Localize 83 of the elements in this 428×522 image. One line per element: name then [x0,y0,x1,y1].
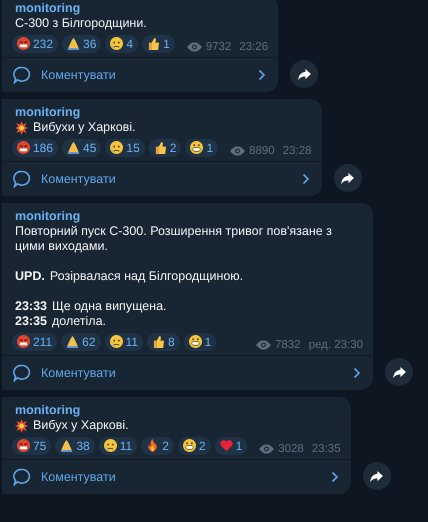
share-button[interactable] [334,164,362,192]
reaction-count: 1 [204,335,212,349]
chevron-right-icon [353,367,361,379]
message-time: ред. 23:30 [308,339,363,351]
reaction-chip[interactable]: 11 [104,333,143,351]
reaction-chip[interactable]: 2 [148,139,182,157]
reaction-count: 75 [33,439,46,453]
reaction-count: 4 [126,37,134,51]
reaction-chip[interactable]: 11 [98,437,138,455]
message-time: 23:26 [239,41,268,53]
forward-arrow-icon [298,68,311,80]
reaction-count: 2 [170,141,176,155]
reaction-chip[interactable]: 1 [214,437,248,455]
reaction-count: 1 [206,141,214,155]
reaction-count: 2 [198,439,206,453]
reaction-count: 1 [163,37,170,51]
reaction-chip[interactable]: 15 [105,139,145,157]
author-name: monitoring [14,105,82,120]
eye-icon [186,42,202,52]
reaction-chip[interactable]: 186 [12,139,58,157]
chevron-right-icon [258,69,266,81]
message-text: 23:35 долетіла. [15,314,108,329]
message-time: 23:35 [312,443,341,455]
share-button[interactable] [290,60,318,88]
reaction-chip[interactable]: 45 [62,139,102,157]
author-name: monitoring [14,403,82,418]
reaction-chip[interactable]: 75 [12,437,52,455]
reaction-count: 11 [126,335,138,349]
message-text: С-300 з Білгородщини. [15,16,148,31]
reaction-chip[interactable]: 2 [141,437,174,455]
reaction-count: 15 [126,141,140,155]
reaction-count: 232 [33,37,54,51]
comments-link[interactable]: Коментувати [2,459,351,494]
reaction-chip[interactable]: 1 [185,139,218,157]
reaction-chip[interactable]: 211 [12,333,58,351]
message-text: Вибух у Харкові. [33,418,129,433]
reaction-chip[interactable]: 38 [55,437,95,455]
forward-arrow-icon [341,172,354,184]
reaction-chip[interactable]: 1 [184,333,216,351]
view-count: 8890 [249,145,275,157]
author-name: monitoring [14,209,82,224]
reaction-chip[interactable]: 1 [142,35,175,53]
reaction-count: 62 [82,335,96,349]
view-count: 9732 [206,41,232,53]
eye-icon [259,444,274,454]
view-count: 3028 [278,443,304,455]
reaction-count: 36 [83,37,96,51]
message-text: 23:33 Ще одна випущена. [15,299,168,314]
eye-icon [230,146,246,156]
reaction-chip[interactable]: 2 [178,437,211,455]
forward-arrow-icon [392,366,406,378]
share-button[interactable] [385,358,413,386]
comments-link[interactable]: Коментувати [2,355,373,390]
reaction-count: 38 [76,439,90,453]
reaction-count: 8 [168,335,175,349]
comments-link[interactable]: Коментувати [2,57,278,92]
reaction-count: 1 [236,439,242,453]
message-time: 23:28 [282,145,312,157]
eye-icon [256,340,271,350]
share-button[interactable] [362,462,391,490]
reaction-chip[interactable]: 232 [12,35,58,53]
message-text: UPD. Розірвалася над Білгородщиною. [15,269,244,284]
author-name: monitoring [14,1,82,16]
reaction-count: 11 [120,439,132,453]
speech-bubble-icon [13,66,31,84]
view-count: 7832 [274,339,301,351]
reaction-count: 45 [83,141,96,155]
speech-bubble-icon [13,468,31,486]
reaction-count: 211 [33,335,52,349]
speech-bubble-icon [13,364,31,382]
reaction-count: 186 [33,141,54,155]
reaction-chip[interactable]: 4 [105,35,138,53]
reaction-chip[interactable]: 62 [61,333,100,351]
message-text: Повторний пуск С-300. Розширення тривог пов'язане з цими виходами. [15,224,333,254]
comments-link[interactable]: Коментувати [2,161,322,196]
forward-arrow-icon [370,470,384,482]
reaction-chip[interactable]: 8 [146,333,180,351]
speech-bubble-icon [13,170,31,188]
message-text: Вибухи у Харкові. [33,120,136,135]
reaction-chip[interactable]: 36 [62,35,102,53]
chevron-right-icon [330,471,339,483]
reaction-count: 2 [162,439,169,453]
chevron-right-icon [302,173,310,185]
